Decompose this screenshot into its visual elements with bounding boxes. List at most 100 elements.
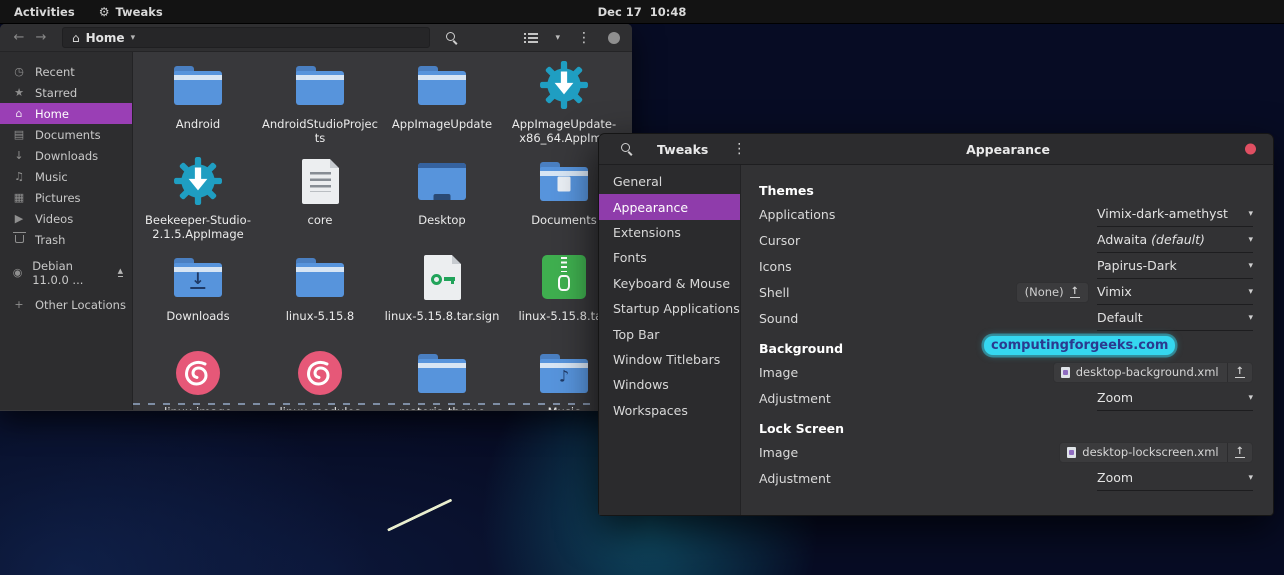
app-indicator-label: Tweaks	[115, 4, 163, 19]
app-indicator[interactable]: ⚙ Tweaks	[89, 0, 173, 23]
plus-icon: +	[14, 298, 24, 311]
sidebar-label: Music	[35, 169, 68, 184]
sidebar-label: Documents	[35, 127, 101, 142]
sidebar-label: Debian 11.0.0 ...	[32, 258, 84, 287]
files-window: ← → ⌂ Home ▾ ▾ ⋮ ◷ Recent ★ Starred ⌂ Ho…	[0, 24, 632, 411]
shell-theme-install-button[interactable]: (None) ↑	[1015, 281, 1089, 303]
row-label: Image	[759, 444, 799, 460]
list-view-icon[interactable]	[524, 32, 539, 43]
search-icon[interactable]	[446, 31, 458, 44]
sound-theme-row: Sound Default ▾	[759, 305, 1253, 331]
file-item-beekeeper[interactable]: Beekeeper-Studio-2.1.5.AppImage	[137, 152, 259, 248]
sidebar-item-debian-volume[interactable]: ◉ Debian 11.0.0 ... ▲	[0, 259, 132, 287]
sidebar-item-videos[interactable]: ▶ Videos	[0, 208, 132, 229]
row-label: Adjustment	[759, 390, 831, 406]
view-options-caret-icon[interactable]: ▾	[555, 33, 560, 43]
tab-workspaces[interactable]: Workspaces	[599, 398, 740, 423]
music-folder-icon: ♪	[540, 353, 588, 393]
chevron-down-icon: ▾	[1248, 286, 1253, 297]
sidebar-item-starred[interactable]: ★ Starred	[0, 82, 132, 103]
chevron-down-icon: ▾	[1248, 234, 1253, 245]
tab-keyboard-mouse[interactable]: Keyboard & Mouse	[599, 271, 740, 296]
file-item-appimageupdate[interactable]: AppImageUpdate	[381, 56, 503, 152]
sidebar-item-other-locations[interactable]: + Other Locations	[0, 294, 132, 315]
chevron-down-icon: ▾	[1248, 260, 1253, 271]
file-name: desktop-lockscreen.xml	[1082, 445, 1219, 459]
tab-general[interactable]: General	[599, 169, 740, 194]
close-button[interactable]	[1245, 143, 1256, 155]
sidebar-item-recent[interactable]: ◷ Recent	[0, 61, 132, 82]
sidebar-item-trash[interactable]: Trash	[0, 229, 132, 250]
watermark: computingforgeeks.com	[984, 336, 1176, 355]
file-item-linux-image[interactable]: linux-image	[137, 344, 259, 410]
folder-icon	[296, 257, 344, 297]
background-adjustment-dropdown[interactable]: Zoom ▾	[1097, 385, 1253, 411]
file-item-linux-modules[interactable]: linux-modules	[259, 344, 381, 410]
sidebar-item-downloads[interactable]: ↓ Downloads	[0, 145, 132, 166]
file-item-downloads[interactable]: ↓ Downloads	[137, 248, 259, 344]
dropdown-value: Zoom	[1097, 470, 1134, 485]
tab-extensions[interactable]: Extensions	[599, 220, 740, 245]
dropdown-value: Default	[1097, 310, 1143, 325]
downloads-icon: ↓	[14, 149, 24, 162]
background-adjustment-row: Adjustment Zoom ▾	[759, 385, 1253, 411]
tab-top-bar[interactable]: Top Bar	[599, 321, 740, 346]
chevron-down-icon: ▾	[1248, 208, 1253, 219]
applications-theme-row: Applications Vimix-dark-amethyst ▾	[759, 201, 1253, 227]
sidebar-label: Trash	[35, 232, 66, 247]
file-label: Downloads	[138, 309, 258, 324]
files-sidebar: ◷ Recent ★ Starred ⌂ Home ▤ Documents ↓ …	[0, 52, 133, 410]
desktop-icon	[418, 162, 466, 200]
tab-windows[interactable]: Windows	[599, 372, 740, 397]
window-close-button[interactable]	[608, 31, 620, 44]
documents-icon: ▤	[13, 128, 25, 141]
file-item-linux-folder[interactable]: linux-5.15.8	[259, 248, 381, 344]
back-button[interactable]: ←	[8, 30, 30, 45]
row-label: Shell	[759, 284, 790, 300]
applications-theme-dropdown[interactable]: Vimix-dark-amethyst ▾	[1097, 201, 1253, 227]
lockscreen-image-chooser[interactable]: desktop-lockscreen.xml ↑	[1059, 441, 1253, 463]
eject-icon[interactable]: ▲	[117, 268, 123, 277]
icons-theme-dropdown[interactable]: Papirus-Dark ▾	[1097, 253, 1253, 279]
row-label: Sound	[759, 310, 799, 326]
file-label: linux-image	[138, 405, 258, 410]
tweaks-sidebar: General Appearance Extensions Fonts Keyb…	[599, 165, 741, 515]
tab-window-titlebars[interactable]: Window Titlebars	[599, 347, 740, 372]
file-item-android[interactable]: Android	[137, 56, 259, 152]
tab-startup-applications[interactable]: Startup Applications	[599, 296, 740, 321]
downloads-folder-icon: ↓	[174, 257, 222, 297]
search-icon[interactable]	[621, 143, 633, 155]
sound-theme-dropdown[interactable]: Default ▾	[1097, 305, 1253, 331]
file-item-core[interactable]: core	[259, 152, 381, 248]
deb-package-icon	[298, 351, 342, 395]
sidebar-item-pictures[interactable]: ▦ Pictures	[0, 187, 132, 208]
path-bar[interactable]: ⌂ Home ▾	[62, 27, 430, 48]
cursor-theme-dropdown[interactable]: Adwaita (default) ▾	[1097, 227, 1253, 253]
wallpaper-line-graphic	[387, 498, 453, 532]
sidebar-item-home[interactable]: ⌂ Home	[0, 103, 132, 124]
background-image-chooser[interactable]: desktop-background.xml ↑	[1052, 361, 1253, 383]
folder-icon	[296, 65, 344, 105]
file-item-androidstudioprojects[interactable]: AndroidStudioProjects	[259, 56, 381, 152]
shell-theme-dropdown[interactable]: Vimix ▾	[1097, 279, 1253, 305]
upload-icon: ↑	[1234, 445, 1245, 458]
file-label: linux-5.15.8	[260, 309, 380, 324]
forward-button[interactable]: →	[30, 30, 52, 45]
tab-appearance[interactable]: Appearance	[599, 194, 740, 220]
sidebar-item-music[interactable]: ♫ Music	[0, 166, 132, 187]
sidebar-item-documents[interactable]: ▤ Documents	[0, 124, 132, 145]
menu-kebab-icon[interactable]: ⋮	[732, 142, 746, 156]
tab-fonts[interactable]: Fonts	[599, 245, 740, 270]
clock[interactable]: Dec 17 10:48	[598, 5, 687, 19]
file-item-tar-sign[interactable]: linux-5.15.8.tar.sign	[381, 248, 503, 344]
window-title: Tweaks	[657, 141, 709, 157]
dropdown-value: Vimix-dark-amethyst	[1097, 206, 1228, 221]
activities-button[interactable]: Activities	[0, 0, 89, 23]
cursor-theme-row: Cursor Adwaita (default) ▾	[759, 227, 1253, 253]
top-bar: Activities ⚙ Tweaks Dec 17 10:48	[0, 0, 1284, 24]
lockscreen-adjustment-dropdown[interactable]: Zoom ▾	[1097, 465, 1253, 491]
file-item-materia-theme[interactable]: materia-theme	[381, 344, 503, 410]
menu-kebab-icon[interactable]: ⋮	[577, 31, 591, 45]
file-item-desktop[interactable]: Desktop	[381, 152, 503, 248]
folder-icon	[418, 353, 466, 393]
